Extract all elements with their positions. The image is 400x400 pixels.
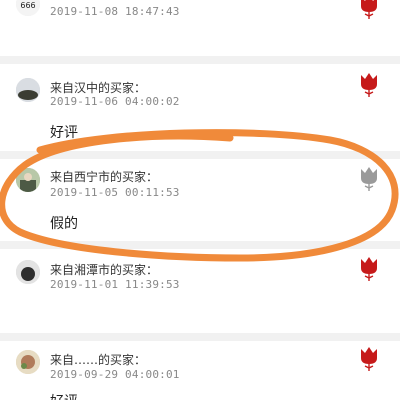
buyer-name: 来自西宁市的买家： xyxy=(50,170,159,184)
flower-icon[interactable] xyxy=(358,0,380,20)
divider xyxy=(0,333,400,341)
review-text: 假的 xyxy=(50,216,78,232)
avatar[interactable]: 666 xyxy=(16,0,40,16)
flower-icon[interactable] xyxy=(358,346,380,372)
review-list: 666 2019-11-08 18:47:43 来自汉中的买家： 2019-11… xyxy=(0,0,400,400)
review-time: 2019-09-29 04:00:01 xyxy=(50,368,180,381)
review-text: 好评 xyxy=(50,125,78,141)
avatar[interactable] xyxy=(16,168,40,192)
avatar[interactable] xyxy=(16,350,40,374)
divider xyxy=(0,56,400,64)
divider xyxy=(0,241,400,249)
review-text: 好评 xyxy=(50,391,78,400)
flower-icon[interactable] xyxy=(358,256,380,282)
buyer-name: 来自湘潭市的买家： xyxy=(50,263,159,277)
review-time: 2019-11-01 11:39:53 xyxy=(50,278,180,291)
divider xyxy=(0,151,400,159)
review-time: 2019-11-06 04:00:02 xyxy=(50,95,180,108)
flower-icon-gray[interactable] xyxy=(358,166,380,192)
review-time: 2019-11-05 00:11:53 xyxy=(50,186,180,199)
buyer-name: 来自汉中的买家： xyxy=(50,81,147,95)
avatar[interactable] xyxy=(16,78,40,102)
buyer-name: 来自……的买家： xyxy=(50,353,147,367)
review-time: 2019-11-08 18:47:43 xyxy=(50,5,180,18)
flower-icon[interactable] xyxy=(358,72,380,98)
avatar[interactable] xyxy=(16,260,40,284)
svg-text:666: 666 xyxy=(20,1,35,10)
